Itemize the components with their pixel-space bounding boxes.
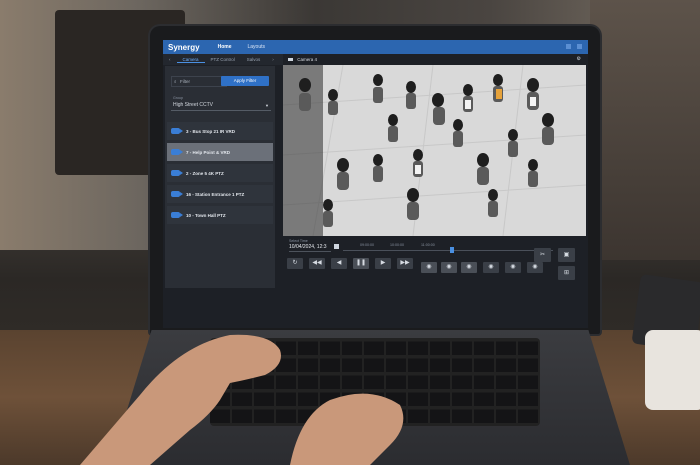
forward-chevron-icon[interactable]: › — [266, 57, 280, 62]
step-back-icon: ◀ — [336, 260, 342, 266]
camera-label: 10 - Town Hall PTZ — [186, 212, 226, 218]
camera-item[interactable]: 2 - Zone 5 4K PTZ — [167, 164, 273, 182]
app-logo[interactable]: Synergy — [168, 43, 200, 52]
chevron-down-icon: ▼ — [265, 103, 269, 108]
speed-button[interactable]: ◉ — [527, 262, 543, 273]
timeline-playhead[interactable] — [450, 247, 454, 253]
sidebar-tabs: ‹ Camera PTZ Control Salvos › — [163, 54, 283, 65]
skip-forward-icon: ▶▶ — [400, 260, 410, 266]
back-chevron-icon[interactable]: ‹ — [163, 57, 177, 62]
speed-button[interactable]: ◉ — [505, 262, 521, 273]
video-camera-icon — [171, 212, 183, 218]
play-button[interactable]: ▶ — [375, 258, 391, 269]
scissors-icon: ✂ — [539, 252, 546, 258]
play-icon: ▶ — [380, 260, 386, 266]
refresh-button[interactable]: ↻ — [287, 258, 303, 269]
speed-icon: ◉ — [446, 264, 452, 270]
top-right-controls — [566, 44, 582, 49]
filter-input[interactable]: ⌕ Filter — [171, 76, 227, 87]
speed-icon: ◉ — [466, 264, 472, 270]
user-icon[interactable] — [577, 44, 582, 49]
group-label: Group — [173, 96, 183, 100]
video-header: Camera 4 ⚙ — [285, 54, 585, 65]
speed-button[interactable]: ◉ — [421, 262, 437, 273]
skip-forward-button[interactable]: ▶▶ — [397, 258, 413, 269]
speed-icon: ◉ — [488, 264, 494, 270]
video-camera-icon — [171, 170, 183, 176]
select-time-label: Select Time — [289, 239, 308, 243]
camera-item-selected[interactable]: 7 - Help Point & VRD — [167, 143, 273, 161]
tab-camera[interactable]: Camera — [176, 57, 205, 63]
timeline-track[interactable] — [343, 250, 553, 251]
background-right — [590, 0, 700, 260]
gear-icon[interactable]: ⚙ — [577, 54, 581, 65]
camera-list: 3 - Bus Stop 21 IR VRD 7 - Help Point & … — [167, 122, 273, 227]
help-icon[interactable] — [566, 44, 571, 49]
layout-grid-icon: ⊞ — [563, 270, 570, 276]
laptop-screen: Synergy Home Layouts ‹ Camera PTZ Contro… — [163, 40, 588, 328]
speed-icon: ◉ — [532, 264, 538, 270]
keyboard — [210, 338, 540, 426]
timeline-tick: 09:00:00 — [360, 243, 374, 247]
camera-video-feed[interactable] — [283, 65, 586, 236]
search-icon: ⌕ — [174, 79, 177, 84]
filter-placeholder: Filter — [180, 79, 190, 84]
camera-item[interactable]: 3 - Bus Stop 21 IR VRD — [167, 122, 273, 140]
timeline-tick: 10:00:00 — [390, 243, 404, 247]
pause-button[interactable]: ❚❚ — [353, 258, 369, 269]
camera-sidebar: ⌕ Filter Apply Filter Group High Street … — [165, 66, 275, 288]
white-device — [645, 330, 700, 410]
tab-salvos[interactable]: Salvos — [241, 57, 267, 62]
calendar-icon[interactable] — [334, 244, 339, 249]
skip-back-button[interactable]: ◀◀ — [309, 258, 325, 269]
layout-button[interactable]: ⊞ — [558, 266, 575, 280]
speed-button[interactable]: ◉ — [483, 262, 499, 273]
save-button[interactable]: ▣ — [558, 248, 575, 262]
pause-icon: ❚❚ — [355, 260, 367, 266]
tab-ptz-control[interactable]: PTZ Control — [205, 57, 241, 62]
speed-button[interactable]: ◉ — [441, 262, 457, 273]
camera-label: 2 - Zone 5 4K PTZ — [186, 170, 224, 176]
skip-back-icon: ◀◀ — [312, 260, 322, 266]
video-camera-icon — [171, 191, 183, 197]
refresh-icon: ↻ — [292, 260, 298, 266]
camera-label: 7 - Help Point & VRD — [186, 149, 231, 155]
video-title: Camera 4 — [297, 57, 318, 62]
nav-home[interactable]: Home — [218, 44, 232, 50]
group-value: High Street CCTV — [173, 102, 214, 108]
step-back-button[interactable]: ◀ — [331, 258, 347, 269]
camera-label: 3 - Bus Stop 21 IR VRD — [186, 128, 236, 134]
select-time-input[interactable]: 10/04/2024, 12:3 — [289, 244, 331, 252]
video-camera-icon — [171, 149, 183, 155]
apply-filter-button[interactable]: Apply Filter — [221, 76, 269, 86]
nav-layouts[interactable]: Layouts — [247, 44, 265, 50]
camera-item[interactable]: 16 - Station Entrance 1 PTZ — [167, 185, 273, 203]
save-icon: ▣ — [563, 252, 570, 258]
speed-icon: ◉ — [510, 264, 516, 270]
camera-item[interactable]: 10 - Town Hall PTZ — [167, 206, 273, 224]
crowd-scene — [283, 65, 586, 236]
video-camera-icon — [171, 128, 183, 134]
timeline-tick: 11:00:00 — [421, 243, 435, 247]
group-select[interactable]: High Street CCTV ▼ — [171, 101, 271, 111]
clip-button[interactable]: ✂ — [534, 248, 551, 262]
top-bar: Synergy Home Layouts — [163, 40, 588, 54]
camera-icon — [288, 58, 293, 61]
camera-label: 16 - Station Entrance 1 PTZ — [186, 191, 245, 197]
speed-button[interactable]: ◉ — [461, 262, 477, 273]
speed-icon: ◉ — [426, 264, 432, 270]
